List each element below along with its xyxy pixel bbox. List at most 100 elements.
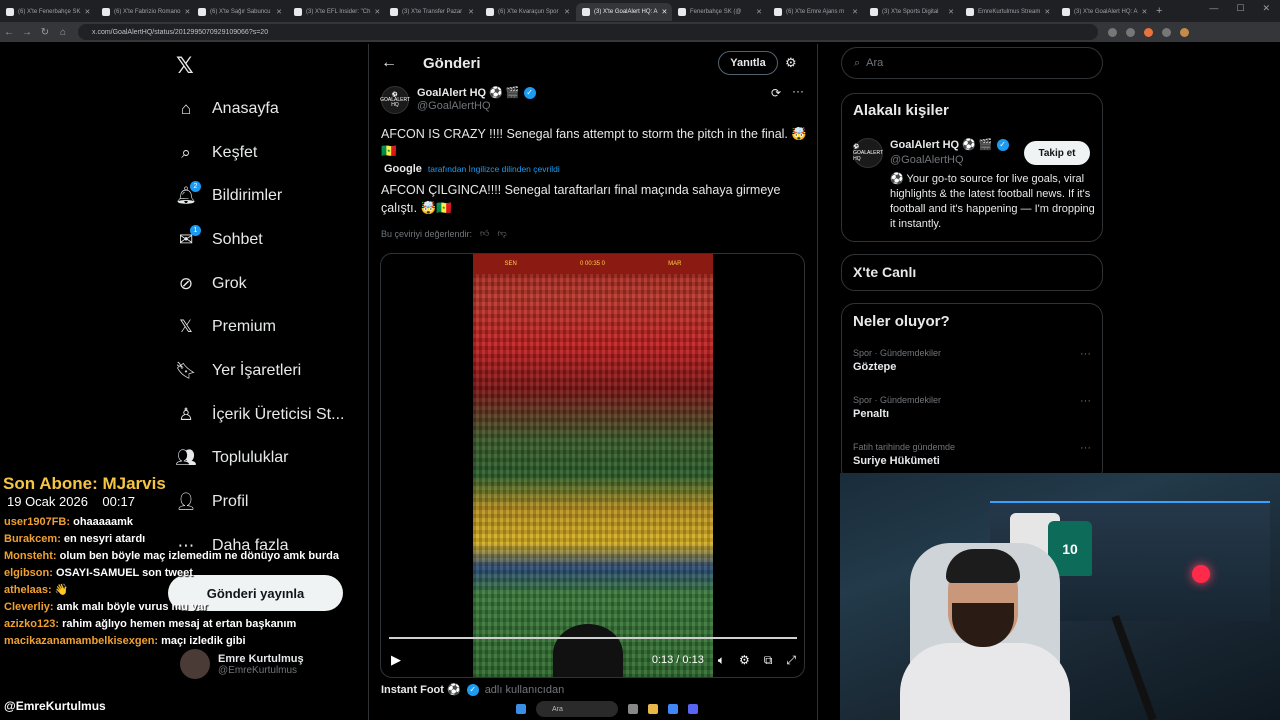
scoreboard-left: SEN — [504, 261, 517, 267]
nav-item-0[interactable]: ⌂ Anasayfa — [176, 94, 279, 124]
tab-close-icon[interactable]: ✕ — [85, 8, 91, 16]
reload-icon[interactable]: ↻ — [36, 27, 54, 38]
taskbar-search[interactable]: Ara — [536, 701, 618, 717]
related-avatar[interactable]: ⚽ GOALALERT HQ — [853, 138, 883, 168]
close-icon[interactable]: ✕ — [1262, 3, 1270, 14]
browser-tab[interactable]: (6) X'te Fabrizio Romano ✕ — [96, 3, 192, 21]
back-arrow-icon[interactable]: ← — [0, 27, 18, 38]
thumbs-down-icon[interactable]: 👎︎ — [497, 228, 506, 239]
trend-item[interactable]: Spor · Gündemdekiler Penaltı ··· — [853, 395, 1093, 420]
extension-icon[interactable] — [1108, 27, 1117, 37]
tab-close-icon[interactable]: ✕ — [374, 8, 380, 16]
tab-close-icon[interactable]: ✕ — [662, 8, 668, 16]
more-options-icon[interactable]: ··· — [792, 84, 804, 98]
picture-in-picture-icon[interactable]: ⧉ — [764, 653, 773, 668]
browser-tab[interactable]: EmreKurtulmus Stream ✕ — [960, 3, 1056, 21]
x-logo[interactable]: 𝕏 — [176, 53, 194, 79]
nav-item-label: İçerik Üreticisi St... — [212, 406, 345, 423]
nav-item-6[interactable]: 🔖︎ Yer İşaretleri — [175, 356, 301, 386]
tab-close-icon[interactable]: ✕ — [468, 8, 474, 16]
follow-button[interactable]: Takip et — [1024, 141, 1090, 165]
discord-icon[interactable] — [688, 704, 698, 714]
browser-tab[interactable]: Fenerbahçe SK (@ ✕ — [672, 3, 768, 21]
more-options-icon[interactable]: ··· — [1080, 442, 1091, 454]
nav-item-3[interactable]: ✉ 1 Sohbet — [176, 225, 263, 255]
minimize-icon[interactable]: — — [1209, 3, 1218, 14]
windows-start-icon[interactable] — [516, 704, 526, 714]
url-field[interactable]: x.com/GoalAlertHQ/status/201299507092910… — [78, 24, 1098, 40]
settings-gear-icon[interactable]: ⚙ — [739, 653, 750, 667]
new-tab-button[interactable]: + — [1156, 5, 1162, 17]
file-explorer-icon[interactable] — [648, 704, 658, 714]
forward-arrow-icon[interactable]: → — [18, 27, 36, 38]
stadium-scoreboard: SEN 0 00:35 0 MAR — [473, 254, 713, 274]
extension-icon[interactable] — [1126, 27, 1135, 37]
tab-favicon-icon — [582, 8, 590, 16]
author-handle[interactable]: @GoalAlertHQ — [417, 100, 491, 112]
browser-tab[interactable]: (6) X'te Kvaraçun Spor ✕ — [480, 3, 576, 21]
tab-close-icon[interactable]: ✕ — [1142, 8, 1148, 16]
video-player[interactable]: SEN 0 00:35 0 MAR ▶ 0:13 / 0:13 🔈︎ ⚙ ⧉ ⤢ — [380, 253, 805, 678]
play-icon[interactable]: ▶ — [391, 652, 401, 668]
browser-profile-avatar[interactable] — [1180, 27, 1189, 37]
tab-close-icon[interactable]: ✕ — [564, 8, 570, 16]
next-post-header[interactable]: Instant Foot ⚽ ✓ adlı kullanıcıdan — [381, 683, 564, 696]
browser-tab[interactable]: (6) X'te Emre Ajans m ✕ — [768, 3, 864, 21]
chrome-icon[interactable] — [668, 704, 678, 714]
tab-favicon-icon — [678, 8, 686, 16]
next-post-author: Instant Foot ⚽ — [381, 684, 461, 696]
translation-note[interactable]: tarafından İngilizce dilinden çevrildi — [428, 164, 560, 174]
related-handle[interactable]: @GoalAlertHQ — [890, 154, 964, 166]
nav-item-8[interactable]: 👥︎ Topluluklar — [175, 443, 288, 473]
back-arrow-icon[interactable]: ← — [381, 54, 397, 72]
reply-button[interactable]: Yanıtla — [718, 51, 778, 75]
tab-close-icon[interactable]: ✕ — [185, 8, 191, 16]
browser-tab[interactable]: (3) X'te GoalAlert HQ: A ✕ — [1056, 3, 1152, 21]
chat-message: user1907FB: ohaaaaamk — [4, 514, 344, 531]
thumbs-up-icon[interactable]: 👍︎ — [480, 228, 489, 239]
nav-item-1[interactable]: ⌕ Keşfet — [176, 138, 257, 168]
nav-item-9[interactable]: 👤︎ Profil — [175, 487, 248, 517]
volume-icon[interactable]: 🔈︎ — [718, 653, 725, 668]
task-view-icon[interactable] — [628, 704, 638, 714]
search-input[interactable]: ⌕ Ara — [841, 47, 1103, 79]
browser-tab[interactable]: (3) X'te Sports Digital ✕ — [864, 3, 960, 21]
grok-icon[interactable]: ⟳ — [771, 86, 781, 100]
browser-tab[interactable]: (3) X'te GoalAlert HQ: A ✕ — [576, 3, 672, 21]
tab-close-icon[interactable]: ✕ — [276, 8, 282, 16]
extension-icon[interactable] — [1144, 27, 1153, 37]
author-name-row[interactable]: GoalAlert HQ ⚽ 🎬 ✓ — [417, 86, 536, 99]
nav-item-2[interactable]: 🔔︎ 2 Bildirimler — [175, 181, 282, 211]
browser-tab[interactable]: (6) X'te Fenerbahçe SK ✕ — [0, 3, 96, 21]
nav-item-4[interactable]: ⊘ Grok — [176, 269, 247, 299]
tab-favicon-icon — [486, 8, 494, 16]
tab-close-icon[interactable]: ✕ — [852, 8, 858, 16]
tab-close-icon[interactable]: ✕ — [756, 8, 762, 16]
browser-tab[interactable]: (3) X'te Transfer Pazar ✕ — [384, 3, 480, 21]
stream-date: 19 Ocak 2026 — [7, 494, 88, 509]
trend-item[interactable]: Fatih tarihinde gündemde Suriye Hükümeti ·… — [853, 442, 1093, 467]
sliders-icon[interactable]: ⚙ — [785, 55, 797, 71]
related-title: Alakalı kişiler — [853, 102, 949, 119]
tab-close-icon[interactable]: ✕ — [948, 8, 954, 16]
browser-tab[interactable]: (6) X'te Sağır Sabuncu ✕ — [192, 3, 288, 21]
nav-item-5[interactable]: 𝕏 Premium — [176, 312, 276, 342]
tab-close-icon[interactable]: ✕ — [1044, 8, 1050, 16]
author-avatar[interactable]: ⚽ GOALALERT HQ — [380, 86, 410, 114]
related-name-row[interactable]: GoalAlert HQ ⚽ 🎬 ✓ — [890, 138, 1009, 151]
more-options-icon[interactable]: ··· — [1080, 348, 1091, 360]
extension-icon[interactable] — [1162, 27, 1171, 37]
account-switcher[interactable]: Emre Kurtulmuş @EmreKurtulmus — [180, 646, 355, 682]
author-name: GoalAlert HQ ⚽ 🎬 — [417, 87, 520, 99]
fullscreen-icon[interactable]: ⤢ — [786, 653, 796, 668]
account-name: Emre Kurtulmuş — [218, 652, 304, 665]
home-browser-icon[interactable]: ⌂ — [54, 27, 72, 38]
more-options-icon[interactable]: ··· — [1080, 395, 1091, 407]
maximize-icon[interactable]: ☐ — [1236, 3, 1244, 14]
video-progress-bar[interactable] — [389, 637, 797, 639]
chat-text: maçı izledik gibi — [161, 635, 246, 647]
nav-item-7[interactable]: ♙ İçerik Üreticisi St... — [176, 400, 344, 430]
trend-item[interactable]: Spor · Gündemdekiler Göztepe ··· — [853, 348, 1093, 373]
chat-text: rahim ağlıyo hemen mesaj at ertan başkan… — [62, 618, 297, 630]
browser-tab[interactable]: (3) X'te EFL Insider: "Ch ✕ — [288, 3, 384, 21]
